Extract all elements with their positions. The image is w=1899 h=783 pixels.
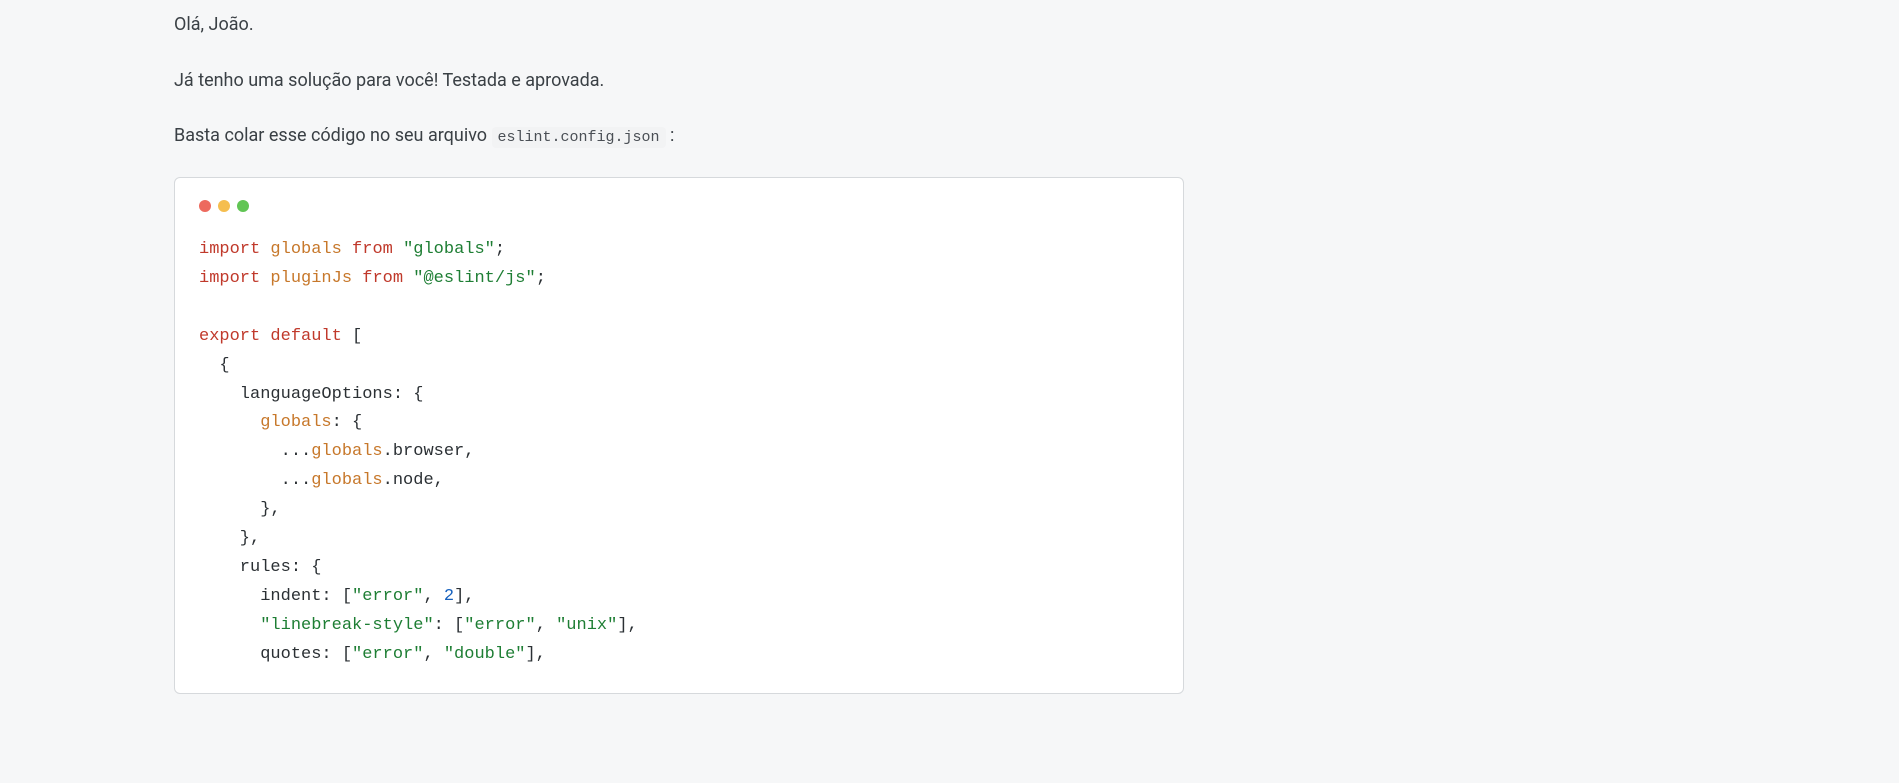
keyword-import: import — [199, 240, 260, 259]
maximize-icon — [237, 200, 249, 212]
code-block: import globals from "globals"; import pl… — [174, 177, 1184, 694]
punct: , — [536, 616, 556, 635]
keyword-from: from — [352, 240, 393, 259]
prop-globals: globals — [260, 413, 331, 432]
spread-prefix: ... — [199, 442, 311, 461]
spread-prefix: ... — [199, 471, 311, 490]
punct-semi: ; — [495, 240, 505, 259]
punct: ], — [525, 645, 545, 664]
string-error: "error" — [352, 645, 423, 664]
instruction-suffix: : — [666, 125, 675, 146]
string-error: "error" — [464, 616, 535, 635]
string-eslintjs: "@eslint/js" — [413, 269, 535, 288]
identifier-pluginjs: pluginJs — [270, 269, 352, 288]
minimize-icon — [218, 200, 230, 212]
prop-rules: rules — [199, 558, 291, 577]
punct: : { — [332, 413, 363, 432]
identifier-globals: globals — [270, 240, 341, 259]
identifier-globals: globals — [311, 471, 382, 490]
indent — [199, 413, 260, 432]
punct-lbracket: [ — [342, 327, 362, 346]
string-error: "error" — [352, 587, 423, 606]
punct-close: }, — [199, 500, 281, 519]
code-content[interactable]: import globals from "globals"; import pl… — [199, 236, 1159, 669]
prop-indent: indent — [199, 587, 321, 606]
close-icon — [199, 200, 211, 212]
punct-semi: ; — [536, 269, 546, 288]
keyword-export: export — [199, 327, 260, 346]
punct: ], — [454, 587, 474, 606]
keyword-from: from — [362, 269, 403, 288]
prop-browser: .browser, — [383, 442, 475, 461]
punct: : [ — [321, 587, 352, 606]
prop-languageoptions: languageOptions — [199, 385, 393, 404]
punct-lbrace: { — [199, 356, 230, 375]
punct: : { — [291, 558, 322, 577]
keyword-import: import — [199, 269, 260, 288]
instruction-line: Basta colar esse código no seu arquivo e… — [174, 121, 1184, 151]
string-linebreak-style: "linebreak-style" — [260, 616, 433, 635]
intro-line: Já tenho uma solução para você! Testada … — [174, 66, 1184, 96]
mac-window-dots — [199, 200, 1159, 212]
string-globals: "globals" — [403, 240, 495, 259]
punct: : { — [393, 385, 424, 404]
punct: , — [423, 587, 443, 606]
answer-text: Olá, João. Já tenho uma solução para voc… — [174, 10, 1184, 151]
inline-code-filename: eslint.config.json — [492, 127, 666, 148]
keyword-default: default — [270, 327, 341, 346]
number-two: 2 — [444, 587, 454, 606]
string-double: "double" — [444, 645, 526, 664]
punct-close: }, — [199, 529, 260, 548]
indent — [199, 616, 260, 635]
identifier-globals: globals — [311, 442, 382, 461]
punct: : [ — [434, 616, 465, 635]
instruction-prefix: Basta colar esse código no seu arquivo — [174, 125, 492, 146]
punct: ], — [617, 616, 637, 635]
punct: , — [423, 645, 443, 664]
answer-content: Olá, João. Já tenho uma solução para voc… — [174, 10, 1184, 694]
punct: : [ — [321, 645, 352, 664]
prop-quotes: quotes — [199, 645, 321, 664]
greeting-line: Olá, João. — [174, 10, 1184, 40]
string-unix: "unix" — [556, 616, 617, 635]
prop-node: .node, — [383, 471, 444, 490]
